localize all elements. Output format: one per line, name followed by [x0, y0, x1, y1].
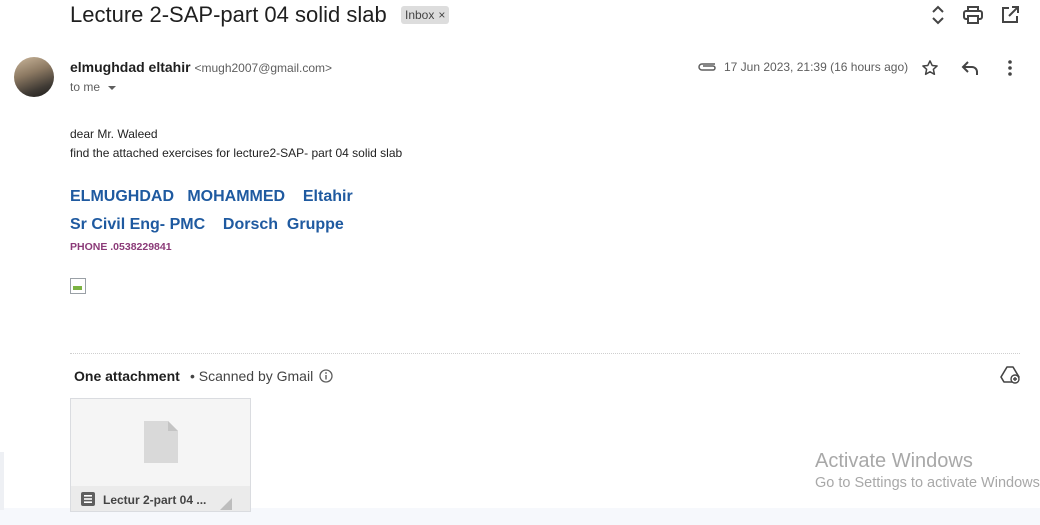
- email-view: Lecture 2-SAP-part 04 solid slab Inbox × …: [0, 0, 1040, 512]
- remove-label-icon[interactable]: ×: [438, 8, 445, 22]
- scanned-by-gmail-label: • Scanned by Gmail: [190, 368, 314, 384]
- more-vert-icon[interactable]: [999, 57, 1021, 79]
- attachments-divider: [70, 353, 1020, 354]
- signature-phone: PHONE .0538229841: [70, 241, 172, 253]
- attachments-title: One attachment: [74, 368, 180, 384]
- recipient-label: to me: [70, 80, 101, 94]
- recipient-details-toggle[interactable]: to me: [70, 80, 117, 94]
- signature-name: ELMUGHDAD MOHAMMED Eltahir: [70, 188, 353, 205]
- chevron-down-icon: [108, 86, 117, 90]
- attachment-card-footer: Lectur 2-part 04 ...: [71, 486, 250, 511]
- attachment-icon: [697, 58, 717, 77]
- sender-email: <mugh2007@gmail.com>: [194, 61, 333, 75]
- activate-windows-subtitle: Go to Settings to activate Windows.: [815, 475, 1040, 491]
- body-text: find the attached exercises for lecture2…: [70, 146, 403, 160]
- card-corner-fold: [220, 498, 232, 510]
- document-icon: [144, 421, 178, 468]
- add-to-drive-icon[interactable]: [1000, 366, 1020, 389]
- sender-avatar[interactable]: [14, 57, 54, 97]
- reply-icon[interactable]: [959, 57, 981, 79]
- email-subject: Lecture 2-SAP-part 04 solid slab: [70, 2, 387, 27]
- message-date: 17 Jun 2023, 21:39 (16 hours ago): [724, 60, 909, 74]
- left-edge-shadow: [0, 452, 4, 510]
- inbox-label-chip[interactable]: Inbox ×: [401, 6, 450, 24]
- body-greeting: dear Mr. Waleed: [70, 127, 158, 141]
- open-new-window-icon[interactable]: [999, 4, 1021, 26]
- attachment-file-name: Lectur 2-part 04 ...: [103, 493, 207, 507]
- info-icon[interactable]: [319, 369, 333, 388]
- attachment-card[interactable]: Lectur 2-part 04 ...: [70, 398, 251, 512]
- expand-icon[interactable]: [927, 4, 949, 26]
- activate-windows-title: Activate Windows: [815, 450, 973, 472]
- sender-line: elmughdad eltahir <mugh2007@gmail.com>: [70, 59, 332, 75]
- star-icon[interactable]: [919, 57, 941, 79]
- print-icon[interactable]: [962, 4, 984, 26]
- label-chip-text: Inbox: [405, 8, 435, 22]
- sender-name[interactable]: elmughdad eltahir: [70, 59, 191, 75]
- signature-title: Sr Civil Eng- PMC Dorsch Gruppe: [70, 216, 344, 233]
- broken-image-icon: [70, 278, 86, 294]
- file-type-icon: [81, 492, 95, 511]
